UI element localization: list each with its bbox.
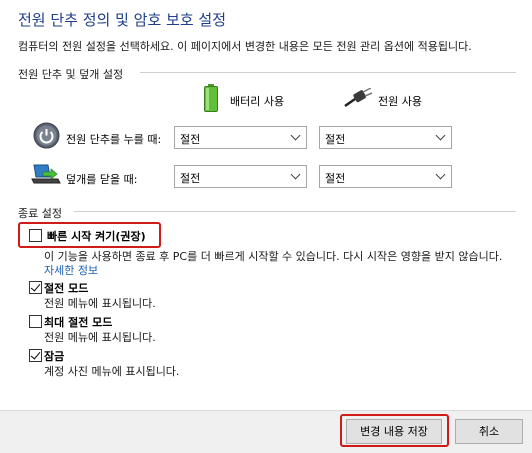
lock-label[interactable]: 잠금 <box>44 348 64 364</box>
sleep-checkbox[interactable] <box>29 281 42 294</box>
lid-close-battery-value: 절전 <box>180 172 201 185</box>
sleep-label[interactable]: 절전 모드 <box>44 280 88 296</box>
fast-startup-label[interactable]: 빠른 시작 켜기(권장) <box>47 228 146 244</box>
power-plug-icon <box>343 87 373 108</box>
lock-checkbox[interactable] <box>29 349 42 362</box>
chevron-down-icon <box>435 130 446 141</box>
shutdown-section-divider <box>74 211 516 212</box>
hibernate-checkbox[interactable] <box>29 315 42 328</box>
hibernate-label[interactable]: 최대 절전 모드 <box>44 314 112 330</box>
power-button-plugged-value: 절전 <box>325 133 346 146</box>
fast-startup-checkbox[interactable] <box>29 229 42 242</box>
power-section-divider <box>140 72 516 73</box>
battery-icon <box>204 84 218 112</box>
power-button-plugged-select[interactable]: 절전 <box>319 126 452 149</box>
learn-more-link[interactable]: 자세한 정보 <box>44 262 98 278</box>
lid-close-plugged-value: 절전 <box>325 172 346 185</box>
save-changes-button[interactable]: 변경 내용 저장 <box>346 419 442 444</box>
sleep-description: 전원 메뉴에 표시됩니다. <box>44 297 156 310</box>
footer-bar <box>0 410 532 453</box>
chevron-down-icon <box>435 169 446 180</box>
power-section-heading: 전원 단추 및 덮개 설정 <box>18 68 124 81</box>
page-title: 전원 단추 정의 및 암호 보호 설정 <box>18 11 227 29</box>
power-button-battery-value: 절전 <box>180 133 201 146</box>
power-button-icon <box>33 122 60 149</box>
laptop-lid-icon <box>31 163 61 187</box>
chevron-down-icon <box>290 130 301 141</box>
plugged-column-heading: 전원 사용 <box>378 95 422 108</box>
hibernate-description: 전원 메뉴에 표시됩니다. <box>44 331 156 344</box>
power-button-label: 전원 단추를 누를 때: <box>66 133 162 146</box>
cancel-button[interactable]: 취소 <box>455 419 523 444</box>
lock-description: 계정 사진 메뉴에 표시됩니다. <box>44 365 180 378</box>
fast-startup-description: 이 기능을 사용하면 종료 후 PC를 더 빠르게 시작할 수 있습니다. 다시… <box>44 250 503 263</box>
shutdown-section-heading: 종료 설정 <box>18 207 62 220</box>
power-button-battery-select[interactable]: 절전 <box>174 126 307 149</box>
lid-close-battery-select[interactable]: 절전 <box>174 165 307 188</box>
page-subtitle: 컴퓨터의 전원 설정을 선택하세요. 이 페이지에서 변경한 내용은 모든 전원… <box>18 40 472 53</box>
chevron-down-icon <box>290 169 301 180</box>
battery-column-heading: 배터리 사용 <box>230 95 285 108</box>
lid-close-plugged-select[interactable]: 절전 <box>319 165 452 188</box>
lid-close-label: 덮개를 닫을 때: <box>66 173 138 186</box>
